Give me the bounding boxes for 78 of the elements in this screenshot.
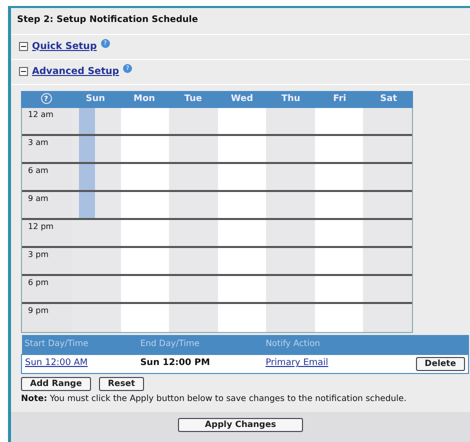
time-label: 12 am [22, 108, 72, 136]
time-slot[interactable] [266, 220, 315, 248]
time-label: 9 pm [22, 304, 72, 332]
time-slot[interactable] [266, 164, 315, 192]
time-label: 3 pm [22, 248, 72, 276]
time-slot[interactable] [363, 136, 412, 164]
column-header: Start Day/Time [22, 335, 138, 354]
column-header: End Day/Time [137, 335, 263, 354]
time-slot[interactable] [314, 164, 364, 192]
section-link[interactable]: Advanced Setup [32, 64, 120, 79]
day-header: Thu [280, 92, 302, 106]
time-slot[interactable] [120, 108, 170, 136]
collapse-icon[interactable] [19, 67, 28, 76]
time-slot[interactable] [314, 248, 364, 276]
panel-title: Step 2: Setup Notification Schedule [11, 8, 470, 34]
time-slot[interactable] [314, 136, 364, 164]
time-slot[interactable] [314, 108, 364, 136]
time-slot[interactable] [120, 192, 170, 220]
time-slot[interactable] [218, 276, 266, 304]
scheduled-slot[interactable] [72, 192, 121, 220]
column-header: Notify Action [262, 335, 376, 354]
time-slot[interactable] [218, 220, 266, 248]
time-label: 9 am [22, 192, 72, 220]
time-slot[interactable] [218, 248, 266, 276]
time-slot[interactable] [266, 136, 315, 164]
time-label: 6 pm [22, 276, 72, 304]
time-slot[interactable] [169, 276, 218, 304]
time-slot[interactable] [169, 220, 218, 248]
time-label: 3 am [22, 136, 72, 164]
time-slot[interactable] [218, 108, 266, 136]
time-label: 12 pm [22, 220, 72, 248]
time-slot[interactable] [363, 220, 412, 248]
time-slot[interactable] [363, 108, 412, 136]
collapse-icon[interactable] [19, 42, 28, 52]
time-slot[interactable] [169, 164, 218, 192]
time-slot[interactable] [266, 276, 315, 304]
time-slot[interactable] [169, 108, 218, 136]
delete-button[interactable]: Delete [416, 356, 465, 371]
time-slot[interactable] [120, 220, 170, 248]
time-slot[interactable] [266, 108, 315, 136]
time-slot[interactable] [218, 164, 266, 192]
form-button[interactable]: Reset [98, 377, 144, 392]
day-header: Tue [183, 92, 203, 106]
scheduled-slot[interactable] [72, 108, 121, 136]
time-slot[interactable] [120, 248, 170, 276]
time-slot[interactable] [218, 192, 266, 220]
time-slot[interactable] [72, 276, 121, 304]
day-header: Sun [84, 92, 106, 106]
note-text: Note: You must click the Apply button below to save changes to the notification schedule. [21, 393, 408, 406]
scheduled-slot[interactable] [72, 164, 121, 192]
time-slot[interactable] [266, 192, 315, 220]
scheduled-slot[interactable] [72, 136, 121, 164]
section-link[interactable]: Quick Setup [32, 40, 97, 54]
time-slot[interactable] [218, 136, 266, 164]
time-slot[interactable] [363, 192, 412, 220]
time-slot[interactable] [120, 164, 170, 192]
time-slot[interactable] [314, 192, 364, 220]
day-header: Wed [230, 92, 254, 106]
time-slot[interactable] [72, 248, 121, 276]
form-button[interactable]: Add Range [21, 377, 91, 392]
time-slot[interactable] [314, 276, 364, 304]
day-header: Mon [132, 92, 156, 106]
time-slot[interactable] [266, 248, 315, 276]
time-label: 6 am [22, 164, 72, 192]
time-slot[interactable] [314, 220, 364, 248]
time-slot[interactable] [169, 136, 218, 164]
time-slot[interactable] [363, 248, 412, 276]
time-slot[interactable] [363, 164, 412, 192]
time-slot[interactable] [169, 248, 218, 276]
time-slot[interactable] [72, 220, 121, 248]
day-header: Fri [332, 92, 348, 106]
apply-button[interactable]: Apply Changes [178, 418, 304, 432]
day-header: Sat [379, 92, 398, 106]
time-slot[interactable] [120, 136, 170, 164]
time-slot[interactable] [363, 276, 412, 304]
time-slot[interactable] [169, 192, 218, 220]
time-slot[interactable] [120, 276, 170, 304]
end-time: Sun 12:00 PM [137, 354, 263, 374]
